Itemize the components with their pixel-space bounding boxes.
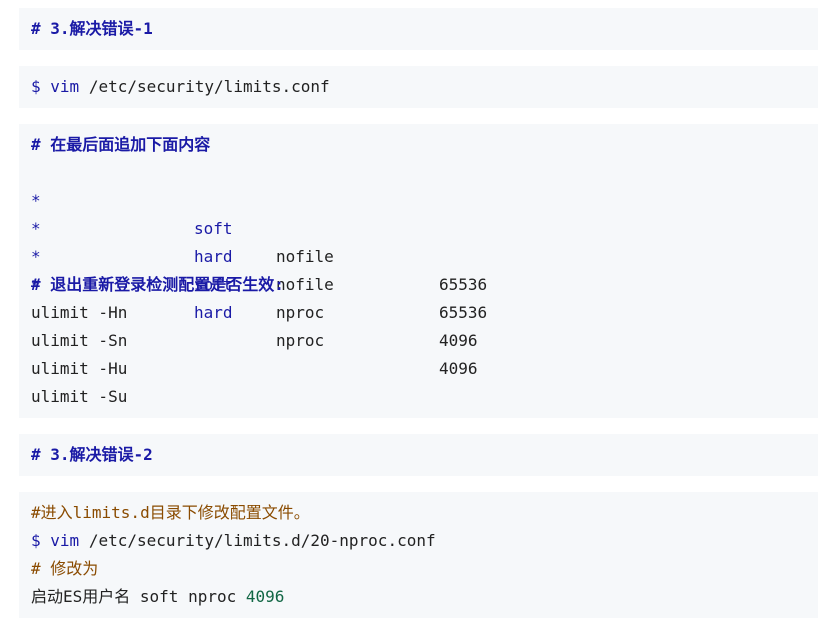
limits-row: * hard nproc 4096: [31, 243, 731, 378]
shell-prompt: $: [31, 531, 41, 550]
shell-prompt: $: [31, 77, 41, 96]
code-block-heading-2: # 3.解决错误-2: [19, 434, 818, 476]
limits-item: nproc: [276, 331, 325, 350]
command-args: /etc/security/limits.conf: [79, 77, 330, 96]
limits-type: hard: [194, 303, 233, 322]
code-block-heading-1: # 3.解决错误-1: [19, 8, 818, 50]
limits-value: 65536: [439, 275, 488, 294]
config-line-prefix: 启动ES用户名 soft nproc: [31, 587, 246, 606]
comment-modify: # 修改为: [31, 559, 99, 578]
limits-row: * hard nofile 65536: [31, 187, 731, 322]
limits-item: nofile: [276, 275, 334, 294]
code-block-limits-config: # 在最后面追加下面内容 * soft nofile 65536 * hard …: [19, 124, 818, 418]
limits-row: * soft nofile 65536: [31, 159, 731, 294]
comment-enter-limits-d: #进入limits.d目录下修改配置文件。: [31, 503, 310, 522]
vim-command: vim: [50, 531, 80, 550]
command-line: $ vim /etc/security/limits.d/20-nproc.co…: [31, 527, 436, 555]
vim-command: vim: [50, 77, 80, 96]
command-args: /etc/security/limits.d/20-nproc.conf: [79, 531, 436, 550]
limits-row: * soft nproc 4096: [31, 215, 731, 350]
limits-value: 4096: [439, 331, 478, 350]
ulimit-command: ulimit -Su: [31, 387, 128, 406]
heading-comment: # 3.解决错误-1: [31, 19, 153, 38]
ulimit-command: ulimit -Hn: [31, 303, 128, 322]
comment-verify: # 退出重新登录检测配置是否生效:: [31, 275, 284, 294]
limits-item: nproc: [276, 303, 325, 322]
heading-comment: # 3.解决错误-2: [31, 445, 153, 464]
limits-value: 65536: [439, 303, 488, 322]
code-block-nproc-config: #进入limits.d目录下修改配置文件。 $ vim /etc/securit…: [19, 492, 818, 618]
limits-value: 4096: [439, 359, 478, 378]
ulimit-command: ulimit -Sn: [31, 331, 128, 350]
config-line: 启动ES用户名 soft nproc 4096: [31, 583, 284, 611]
ulimit-command: ulimit -Hu: [31, 359, 128, 378]
comment-append: # 在最后面追加下面内容: [31, 135, 211, 154]
code-block-vim-limits: $ vim /etc/security/limits.conf: [19, 66, 818, 108]
config-line-value: 4096: [245, 587, 285, 606]
command-line: $ vim /etc/security/limits.conf: [31, 73, 330, 101]
